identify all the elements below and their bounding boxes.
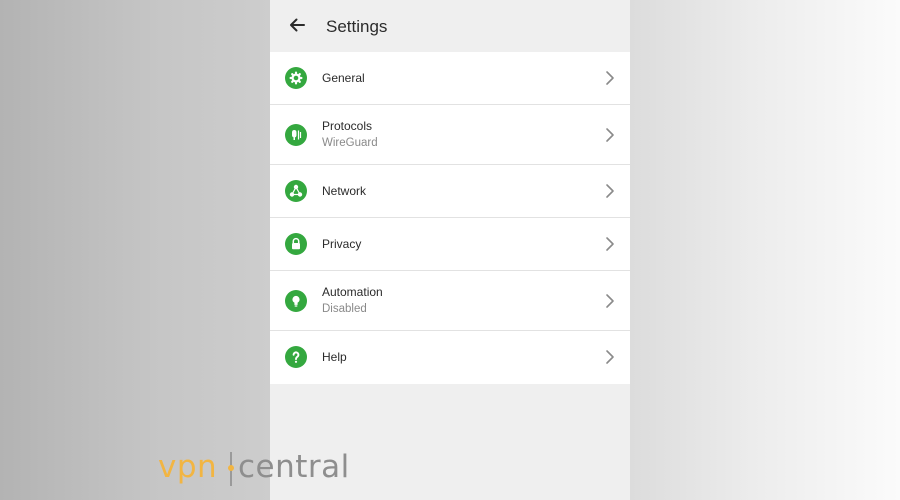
- page-title: Settings: [326, 17, 388, 36]
- settings-item-privacy[interactable]: Privacy: [270, 218, 630, 271]
- watermark-text-central: central: [238, 449, 350, 485]
- settings-item-text: Privacy: [322, 237, 361, 252]
- background-right: [630, 0, 900, 500]
- settings-item-label: Network: [322, 184, 367, 198]
- settings-item-automation[interactable]: Automation Disabled: [270, 271, 630, 331]
- settings-item-label: Automation: [322, 285, 383, 299]
- settings-item-general[interactable]: General: [270, 52, 630, 105]
- lightbulb-icon: [285, 290, 307, 312]
- settings-list: General Protocols WireGuard Network Priv…: [270, 52, 630, 384]
- settings-item-value: WireGuard: [322, 137, 378, 149]
- chevron-right-icon: [606, 237, 614, 251]
- settings-item-label: Protocols: [322, 119, 373, 133]
- settings-item-label: General: [322, 71, 365, 85]
- settings-item-text: General: [322, 71, 365, 86]
- settings-item-label: Help: [322, 350, 347, 364]
- settings-item-network[interactable]: Network: [270, 165, 630, 218]
- settings-item-text: Help: [322, 350, 347, 365]
- screenshot-stage: Settings General Protocols WireGuard Net…: [0, 0, 900, 500]
- chevron-right-icon: [606, 128, 614, 142]
- settings-item-protocols[interactable]: Protocols WireGuard: [270, 105, 630, 165]
- settings-screen: Settings General Protocols WireGuard Net…: [270, 0, 630, 500]
- watermark-dot: [228, 465, 234, 471]
- settings-item-text: Network: [322, 184, 366, 199]
- network-icon: [285, 180, 307, 202]
- background-left: [0, 0, 270, 500]
- back-button[interactable]: [284, 12, 310, 38]
- chevron-right-icon: [606, 294, 614, 308]
- lock-icon: [285, 233, 307, 255]
- settings-item-text: Automation Disabled: [322, 285, 383, 317]
- settings-item-value: Disabled: [322, 303, 367, 315]
- settings-item-label: Privacy: [322, 237, 362, 251]
- chevron-right-icon: [606, 184, 614, 198]
- settings-item-text: Protocols WireGuard: [322, 119, 378, 151]
- gear-icon: [285, 67, 307, 89]
- settings-item-help[interactable]: Help: [270, 331, 630, 384]
- chevron-right-icon: [606, 71, 614, 85]
- watermark-text-vpn: vpn: [158, 449, 218, 485]
- arrow-left-icon: [290, 18, 305, 32]
- question-icon: [285, 346, 307, 368]
- protocol-icon: [285, 124, 307, 146]
- chevron-right-icon: [606, 350, 614, 364]
- watermark-logo: vpn central: [158, 448, 368, 490]
- app-bar: Settings: [270, 0, 630, 52]
